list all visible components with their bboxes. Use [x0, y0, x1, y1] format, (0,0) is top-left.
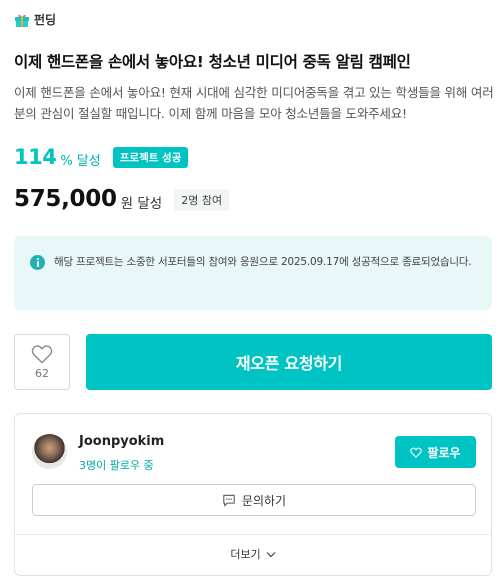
rate-unit: % 달성 [60, 153, 101, 169]
more-button[interactable]: 더보기 [15, 543, 491, 565]
gift-icon [15, 14, 29, 27]
category-text: 펀딩 [34, 13, 57, 27]
inquiry-label: 문의하기 [241, 493, 287, 508]
info-icon [30, 255, 45, 270]
follow-label: 팔로우 [427, 445, 461, 460]
status-badge: 프로젝트 성공 [112, 146, 189, 168]
chat-icon [223, 494, 235, 506]
more-label: 더보기 [230, 548, 261, 561]
reopen-request-button[interactable]: 재오픈 요청하기 [86, 334, 492, 390]
project-summary: 이제 핸드폰을 손에서 놓아요! 현재 시대에 심각한 미디어중독을 겪고 있는… [14, 85, 494, 121]
follow-button[interactable]: 팔로우 [395, 436, 476, 468]
maker-card: Joonpyokim 3명이 팔로우 중 팔로우 문의하기 더보기 [14, 413, 492, 576]
inquiry-button[interactable]: 문의하기 [32, 484, 476, 516]
like-count: 62 [35, 367, 49, 380]
amount-unit: 원 달성 [120, 195, 163, 212]
category-label: 펀딩 [14, 11, 56, 28]
chevron-down-icon [266, 551, 276, 557]
divider [15, 534, 491, 535]
avatar[interactable] [32, 434, 67, 469]
amount-number: 575,000 [14, 186, 117, 212]
achievement-rate: 114 % 달성 프로젝트 성공 [14, 145, 189, 169]
maker-name[interactable]: Joonpyokim [79, 434, 164, 449]
notice-text: 해당 프로젝트는 소중한 서포터들의 참여와 응원으로 2025.09.17에 … [54, 256, 472, 268]
funding-amount: 575,000 원 달성 2명 참여 [14, 186, 230, 212]
participants-badge: 2명 참여 [174, 189, 230, 211]
rate-number: 114 [14, 145, 57, 169]
completion-notice: 해당 프로젝트는 소중한 서포터들의 참여와 응원으로 2025.09.17에 … [14, 236, 492, 310]
heart-icon [410, 447, 423, 458]
like-button[interactable]: 62 [14, 334, 70, 390]
project-title: 이제 핸드폰을 손에서 놓아요! 청소년 미디어 중독 알림 캠페인 [14, 53, 411, 71]
heart-outline-icon [31, 345, 53, 364]
follower-count: 3명이 팔로우 중 [79, 459, 154, 472]
